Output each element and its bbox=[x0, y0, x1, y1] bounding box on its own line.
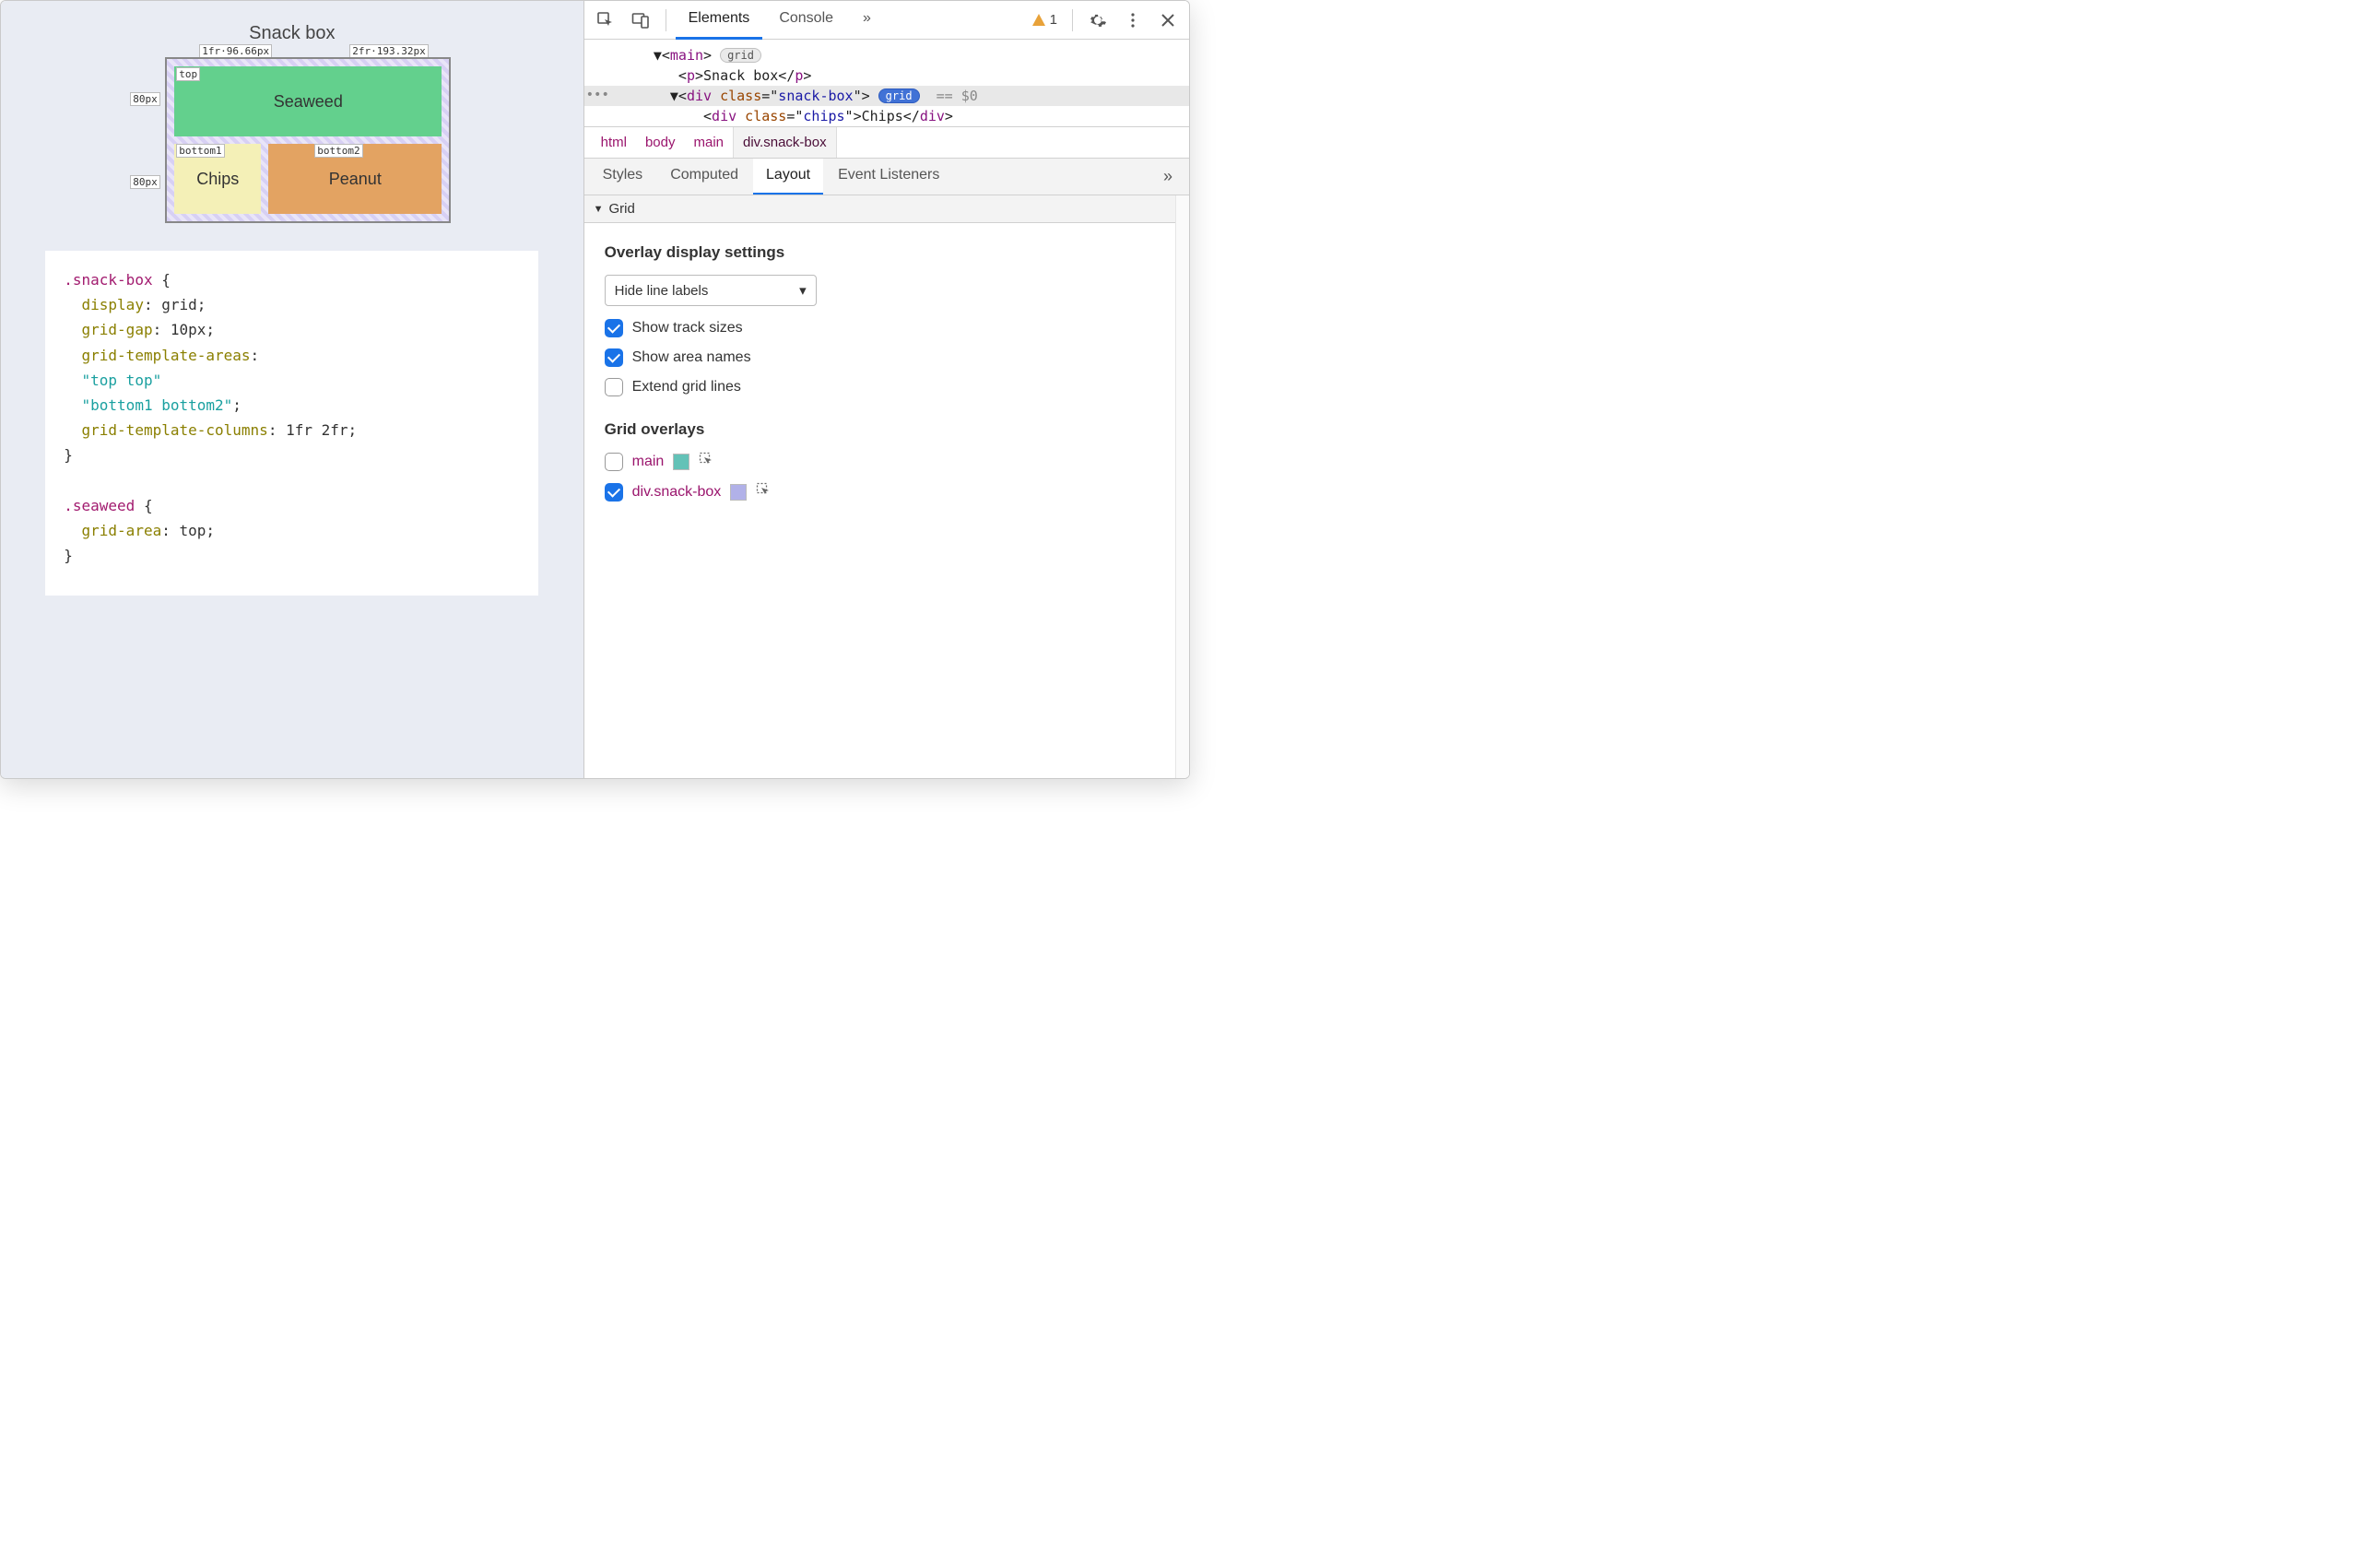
crumb-html[interactable]: html bbox=[592, 127, 636, 158]
inspect-element-icon[interactable] bbox=[590, 5, 621, 36]
scrollbar[interactable] bbox=[1175, 195, 1189, 778]
page-title: Snack box bbox=[249, 23, 335, 44]
checkbox-show-area-names[interactable] bbox=[605, 348, 623, 367]
subtab-overflow[interactable]: » bbox=[1152, 167, 1184, 186]
close-icon[interactable] bbox=[1152, 5, 1184, 36]
overlay-settings-heading: Overlay display settings bbox=[605, 243, 1155, 262]
checkbox-extend-grid-lines[interactable] bbox=[605, 378, 623, 396]
tab-elements[interactable]: Elements bbox=[676, 1, 763, 40]
chevron-down-icon: ▾ bbox=[799, 282, 807, 299]
row-size-label: 80px bbox=[130, 175, 160, 189]
checkbox-show-track-sizes[interactable] bbox=[605, 319, 623, 337]
subtab-styles[interactable]: Styles bbox=[590, 159, 656, 195]
color-swatch[interactable] bbox=[673, 454, 689, 470]
tab-console[interactable]: Console bbox=[766, 1, 846, 40]
css-code-block: .snack-box { display: grid; grid-gap: 10… bbox=[45, 251, 538, 596]
subtab-computed[interactable]: Computed bbox=[657, 159, 751, 195]
overlay-name-main[interactable]: main bbox=[632, 454, 665, 470]
checkbox-overlay-snack-box[interactable] bbox=[605, 483, 623, 502]
dom-tree[interactable]: ▼<main> grid <p>Snack box</p> ••• ▼<div … bbox=[584, 40, 1189, 126]
checkbox-overlay-main[interactable] bbox=[605, 453, 623, 471]
settings-icon[interactable] bbox=[1082, 5, 1113, 36]
tabs-overflow[interactable]: » bbox=[850, 1, 884, 40]
area-name-label: top bbox=[176, 67, 200, 81]
subtab-event-listeners[interactable]: Event Listeners bbox=[825, 159, 952, 195]
label-show-track-sizes: Show track sizes bbox=[632, 320, 743, 336]
grid-badge[interactable]: grid bbox=[878, 89, 920, 103]
devtools-toolbar: Elements Console » 1 bbox=[584, 1, 1189, 40]
grid-badge[interactable]: grid bbox=[720, 48, 761, 63]
kebab-menu-icon[interactable] bbox=[1117, 5, 1149, 36]
grid-overlays-heading: Grid overlays bbox=[605, 420, 1155, 439]
area-name-label: bottom2 bbox=[314, 144, 362, 158]
area-name-label: bottom1 bbox=[176, 144, 224, 158]
subtab-layout[interactable]: Layout bbox=[753, 159, 823, 195]
crumb-body[interactable]: body bbox=[636, 127, 685, 158]
color-swatch[interactable] bbox=[730, 484, 747, 501]
reveal-element-icon[interactable] bbox=[756, 482, 771, 502]
dom-selected-node[interactable]: ••• ▼<div class="snack-box"> grid == $0 bbox=[584, 86, 1189, 106]
reveal-element-icon[interactable] bbox=[699, 452, 713, 471]
chevron-down-icon: ▼ bbox=[594, 204, 604, 215]
context-dots-icon[interactable]: ••• bbox=[586, 88, 609, 102]
overlay-name-snack-box[interactable]: div.snack-box bbox=[632, 484, 722, 501]
page-viewport: Snack box 1fr·96.66px 2fr·193.32px 80px … bbox=[1, 1, 583, 778]
grid-preview: 1fr·96.66px 2fr·193.32px 80px 80px top b… bbox=[165, 57, 451, 223]
warnings-badge[interactable]: 1 bbox=[1026, 12, 1063, 28]
col-size-label: 1fr·96.66px bbox=[199, 44, 272, 58]
section-grid-header[interactable]: ▼ Grid bbox=[584, 195, 1175, 223]
row-size-label: 80px bbox=[130, 92, 160, 106]
sidebar-tabs: Styles Computed Layout Event Listeners » bbox=[584, 158, 1189, 195]
label-extend-grid-lines: Extend grid lines bbox=[632, 379, 741, 395]
col-size-label: 2fr·193.32px bbox=[349, 44, 428, 58]
device-toolbar-icon[interactable] bbox=[625, 5, 656, 36]
crumb-main[interactable]: main bbox=[684, 127, 733, 158]
line-labels-dropdown[interactable]: Hide line labels ▾ bbox=[605, 275, 817, 306]
grid-cell-seaweed: Seaweed bbox=[174, 66, 442, 136]
breadcrumb: html body main div.snack-box bbox=[584, 126, 1189, 158]
devtools-panel: Elements Console » 1 ▼<main> grid bbox=[583, 1, 1189, 778]
label-show-area-names: Show area names bbox=[632, 349, 751, 366]
crumb-snack-box[interactable]: div.snack-box bbox=[733, 127, 837, 158]
